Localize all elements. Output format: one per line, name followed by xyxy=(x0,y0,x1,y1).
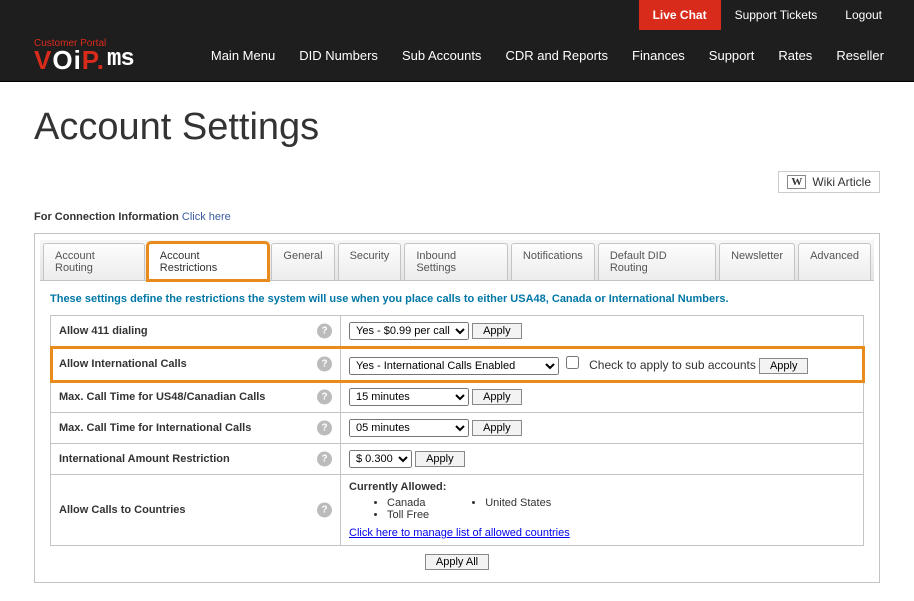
connection-info-link[interactable]: Click here xyxy=(182,211,231,223)
currently-allowed-title: Currently Allowed: xyxy=(349,481,855,493)
allow-international-label: Allow International Calls xyxy=(59,358,187,370)
tab-notifications[interactable]: Notifications xyxy=(511,243,595,280)
max-us48-apply-button[interactable]: Apply xyxy=(472,389,522,405)
max-us48-label: Max. Call Time for US48/Canadian Calls xyxy=(59,391,265,403)
wiki-label: Wiki Article xyxy=(812,175,871,189)
allowed-country: United States xyxy=(485,497,551,509)
tab-account-restrictions[interactable]: Account Restrictions xyxy=(148,243,269,280)
tab-account-routing[interactable]: Account Routing xyxy=(43,243,145,280)
wiki-icon: W xyxy=(787,175,806,189)
max-intl-select[interactable]: 05 minutes xyxy=(349,419,469,437)
help-icon[interactable]: ? xyxy=(317,421,332,436)
page-title: Account Settings xyxy=(34,106,880,149)
intro-text: These settings define the restrictions t… xyxy=(50,293,864,305)
connection-info: For Connection Information Click here xyxy=(34,211,880,223)
tab-general[interactable]: General xyxy=(271,243,334,280)
tab-advanced[interactable]: Advanced xyxy=(798,243,871,280)
manage-countries-link[interactable]: Click here to manage list of allowed cou… xyxy=(349,527,570,539)
allowed-country: Toll Free xyxy=(387,509,429,521)
nav-finances[interactable]: Finances xyxy=(620,30,697,82)
topbar: Live Chat Support Tickets Logout xyxy=(0,0,914,30)
wiki-article-button[interactable]: W Wiki Article xyxy=(778,171,880,193)
nav-cdr-reports[interactable]: CDR and Reports xyxy=(493,30,620,82)
allow-411-select[interactable]: Yes - $0.99 per call xyxy=(349,322,469,340)
help-icon[interactable]: ? xyxy=(317,357,332,372)
allowed-columns: Canada Toll Free United States xyxy=(349,497,855,521)
nav-main-menu[interactable]: Main Menu xyxy=(199,30,287,82)
intl-amount-select[interactable]: $ 0.300 xyxy=(349,450,412,468)
apply-sub-accounts-label: Check to apply to sub accounts xyxy=(589,358,756,372)
brand-logo: VOiP.ms xyxy=(34,47,134,73)
tab-security[interactable]: Security xyxy=(338,243,402,280)
allow-international-select[interactable]: Yes - International Calls Enabled xyxy=(349,357,559,375)
max-us48-select[interactable]: 15 minutes xyxy=(349,388,469,406)
nav-did-numbers[interactable]: DID Numbers xyxy=(287,30,390,82)
brand[interactable]: Customer Portal VOiP.ms xyxy=(34,38,134,73)
settings-table: Allow 411 dialing ? Yes - $0.99 per call… xyxy=(50,315,864,546)
nav-rates[interactable]: Rates xyxy=(766,30,824,82)
settings-panel: Account Routing Account Restrictions Gen… xyxy=(34,233,880,583)
apply-all-row: Apply All xyxy=(50,546,864,570)
restrictions-panel: These settings define the restrictions t… xyxy=(40,281,874,570)
allowed-country: Canada xyxy=(387,497,429,509)
navbar: Customer Portal VOiP.ms Main Menu DID Nu… xyxy=(0,30,914,82)
apply-sub-accounts-checkbox[interactable] xyxy=(566,356,579,369)
row-max-us48: Max. Call Time for US48/Canadian Calls ?… xyxy=(51,382,864,413)
row-intl-amount: International Amount Restriction ? $ 0.3… xyxy=(51,444,864,475)
allow-countries-label: Allow Calls to Countries xyxy=(59,504,186,516)
content-area: Account Settings W Wiki Article For Conn… xyxy=(0,82,914,601)
max-intl-label: Max. Call Time for International Calls xyxy=(59,422,251,434)
allow-international-apply-button[interactable]: Apply xyxy=(759,358,809,374)
nav-sub-accounts[interactable]: Sub Accounts xyxy=(390,30,494,82)
support-tickets-link[interactable]: Support Tickets xyxy=(721,0,832,30)
live-chat-link[interactable]: Live Chat xyxy=(639,0,721,30)
help-icon[interactable]: ? xyxy=(317,452,332,467)
apply-all-button[interactable]: Apply All xyxy=(425,554,489,570)
tab-default-did-routing[interactable]: Default DID Routing xyxy=(598,243,716,280)
row-max-intl: Max. Call Time for International Calls ?… xyxy=(51,413,864,444)
nav-links: Main Menu DID Numbers Sub Accounts CDR a… xyxy=(199,30,896,82)
nav-support[interactable]: Support xyxy=(697,30,767,82)
intl-amount-apply-button[interactable]: Apply xyxy=(415,451,465,467)
logout-link[interactable]: Logout xyxy=(831,0,896,30)
nav-reseller[interactable]: Reseller xyxy=(824,30,896,82)
tab-strip: Account Routing Account Restrictions Gen… xyxy=(40,240,874,281)
help-icon[interactable]: ? xyxy=(317,390,332,405)
intl-amount-label: International Amount Restriction xyxy=(59,453,230,465)
allow-411-apply-button[interactable]: Apply xyxy=(472,323,522,339)
allow-411-label: Allow 411 dialing xyxy=(59,325,148,337)
row-allow-countries: Allow Calls to Countries ? Currently All… xyxy=(51,475,864,546)
help-icon[interactable]: ? xyxy=(317,324,332,339)
max-intl-apply-button[interactable]: Apply xyxy=(472,420,522,436)
connection-info-lead: For Connection Information xyxy=(34,211,182,223)
help-icon[interactable]: ? xyxy=(317,503,332,518)
tab-inbound-settings[interactable]: Inbound Settings xyxy=(404,243,508,280)
tab-newsletter[interactable]: Newsletter xyxy=(719,243,795,280)
row-allow-international: Allow International Calls ? Yes - Intern… xyxy=(51,347,864,382)
wiki-row: W Wiki Article xyxy=(34,171,880,193)
row-allow-411: Allow 411 dialing ? Yes - $0.99 per call… xyxy=(51,316,864,347)
